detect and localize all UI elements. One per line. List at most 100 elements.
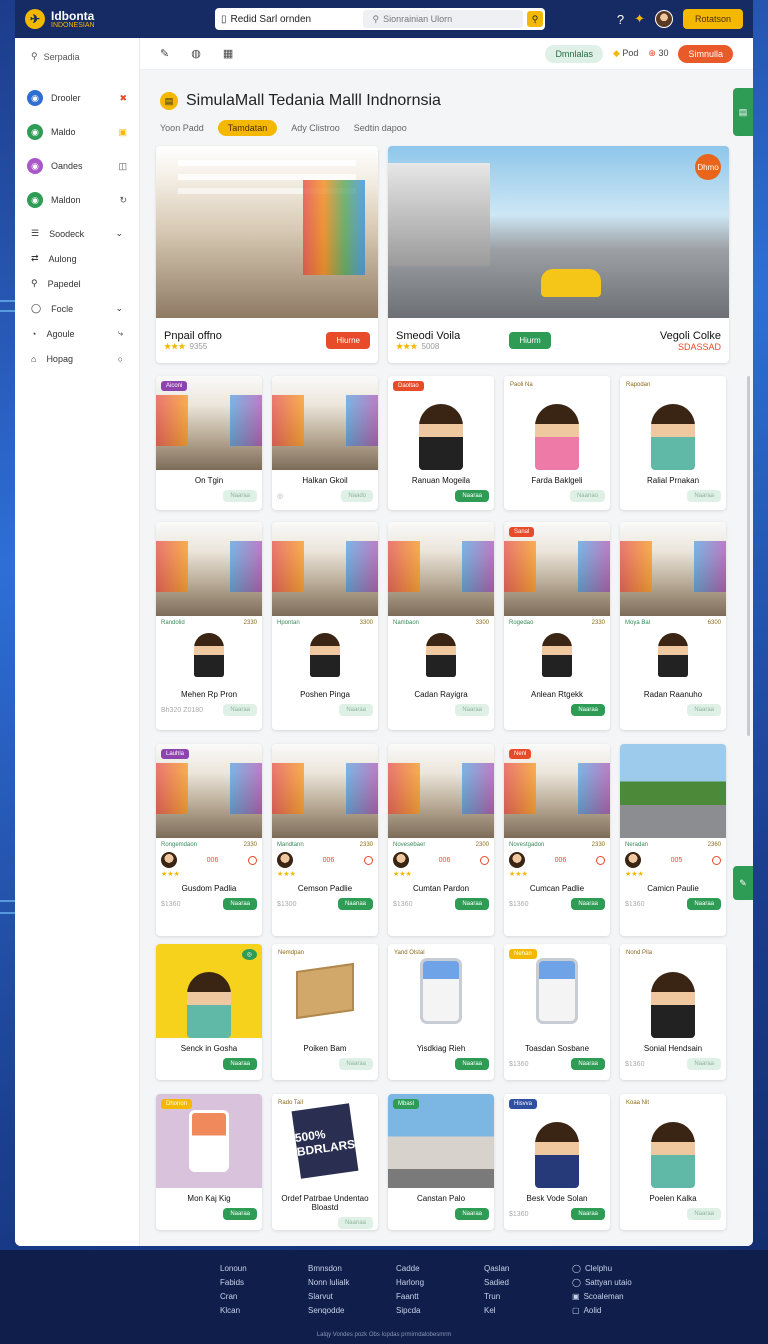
footer-link[interactable]: Cran: [220, 1292, 270, 1301]
footer-link[interactable]: ▢ Aolid: [572, 1306, 632, 1315]
tab[interactable]: Yoon Padd: [160, 123, 204, 133]
sidebar-subitem[interactable]: ◔ Agoule ⤷: [15, 321, 139, 346]
footer-link[interactable]: Sipcda: [396, 1306, 446, 1315]
search-button[interactable]: ⚲: [527, 11, 543, 27]
product-action-button[interactable]: Naanaa: [337, 898, 373, 910]
chevron-icon[interactable]: ○: [118, 354, 123, 364]
product-card[interactable]: Nenl Novestgadon 2330 006 ★★★ Cumcan Padlie $…: [504, 744, 610, 936]
compare-icon[interactable]: ◎: [277, 492, 283, 500]
product-action-button[interactable]: Naaraa: [571, 898, 605, 910]
toolbar-item-2[interactable]: ⊕ 30: [648, 48, 668, 59]
product-action-button[interactable]: Naaraa: [339, 704, 373, 716]
footer-link[interactable]: Lonoun: [220, 1264, 270, 1273]
scrollbar[interactable]: [747, 376, 750, 736]
favorite-icon[interactable]: [596, 855, 605, 865]
grid-icon[interactable]: ▦: [223, 47, 233, 60]
footer-link[interactable]: ▣ Scoaleman: [572, 1292, 632, 1301]
sidebar-item[interactable]: ◉ Maldon ↻: [15, 183, 139, 217]
chevron-icon[interactable]: ⌄: [115, 303, 123, 314]
product-card[interactable]: Sanal Rogedao 2330 Anlean Rtgekk Naaraa: [504, 522, 610, 730]
footer-link[interactable]: ◯ Clelphu: [572, 1264, 632, 1273]
footer-link[interactable]: ◯ Sattyan utaio: [572, 1278, 632, 1287]
product-action-button[interactable]: Naaraa: [687, 704, 721, 716]
product-action-button[interactable]: Naaraa: [455, 490, 489, 502]
product-card[interactable]: Mandtann 2330 006 ★★★ Cemson Padlie $1300 Na…: [272, 744, 378, 936]
footer-link[interactable]: Cadde: [396, 1264, 446, 1273]
toolbar-green-pill[interactable]: Dmnlalas: [545, 44, 603, 63]
product-card[interactable]: Neradan 2360 005 ★★★ Camicn Paulie $1360 Naa…: [620, 744, 726, 936]
notification-icon[interactable]: ✦: [634, 11, 645, 27]
globe-icon[interactable]: ◍: [191, 47, 201, 60]
product-action-button[interactable]: Naaraa: [339, 1058, 373, 1070]
product-action-button[interactable]: Naaraa: [687, 1208, 721, 1220]
hero-card[interactable]: Pnpail offno ★★★ 9355 Hiurne: [156, 146, 378, 363]
product-action-button[interactable]: Naaraa: [455, 1208, 489, 1220]
side-tab-bottom[interactable]: ✎: [733, 866, 753, 900]
favorite-icon[interactable]: [712, 855, 721, 865]
product-card[interactable]: Nehan Toasdan Sosbane $1360 Naaraa: [504, 944, 610, 1080]
product-card[interactable]: Nond Pila Sonial Hendsain $1360 Naaraa: [620, 944, 726, 1080]
footer-link[interactable]: Kel: [484, 1306, 534, 1315]
avatar[interactable]: [654, 10, 673, 28]
product-card[interactable]: Dhonon Mon Kaj Kig Naaraa: [156, 1094, 262, 1230]
product-action-button[interactable]: Naaraa: [687, 898, 721, 910]
favorite-icon[interactable]: [248, 855, 257, 865]
footer-link[interactable]: Senqodde: [308, 1306, 358, 1315]
hero-button[interactable]: Hiurne: [326, 332, 370, 349]
sidebar-subitem[interactable]: ◯ Focle ⌄: [15, 296, 139, 321]
hero-card[interactable]: Dhmo Smeodi Voila ★★★ 5008 Hiurm Vegoli C…: [388, 146, 729, 363]
sidebar-subitem[interactable]: ⇄ Aulong: [15, 246, 139, 271]
chevron-icon[interactable]: ⌄: [115, 228, 123, 239]
sidebar-search[interactable]: ⚲ Serpadia: [15, 38, 139, 75]
product-card[interactable]: Lauhla Rongemdaon 2330 006 ★★★ Gusdom Padlia …: [156, 744, 262, 936]
product-card[interactable]: Rapodan Ralial Prnakan Naaraa: [620, 376, 726, 510]
product-action-button[interactable]: Naaraa: [223, 490, 257, 502]
product-card[interactable]: Nemdpan Poiken Bam Naaraa: [272, 944, 378, 1080]
tab[interactable]: Tamdatan: [217, 120, 278, 136]
sidebar-item[interactable]: ◉ Maldo ▣: [15, 115, 139, 149]
sidebar-subitem[interactable]: ☰ Soodeck ⌄: [15, 221, 139, 246]
search-category[interactable]: Redid Sarl ornden: [231, 14, 359, 25]
footer-link[interactable]: Harlong: [396, 1278, 446, 1287]
product-card[interactable]: Moya Bal 6300 Radan Raanuho Naaraa: [620, 522, 726, 730]
hero-button[interactable]: Hiurm: [509, 332, 551, 349]
sidebar-item[interactable]: ◉ Drooler ✖: [15, 81, 139, 115]
footer-link[interactable]: Nonn lulialk: [308, 1278, 358, 1287]
footer-link[interactable]: Slarvut: [308, 1292, 358, 1301]
product-action-button[interactable]: Naaraa: [223, 1208, 257, 1220]
chevron-icon[interactable]: ⤷: [118, 328, 123, 339]
footer-link[interactable]: Klcan: [220, 1306, 270, 1315]
side-tab-top[interactable]: ▤: [733, 88, 753, 136]
product-action-button[interactable]: Naaraa: [223, 898, 257, 910]
toolbar-red-pill[interactable]: Simnulla: [678, 44, 733, 63]
footer-link[interactable]: Sadied: [484, 1278, 534, 1287]
product-action-button[interactable]: Naado: [341, 490, 373, 502]
product-action-button[interactable]: Naaraa: [571, 1208, 605, 1220]
product-action-button[interactable]: Naaraa: [223, 1058, 257, 1070]
product-action-button[interactable]: Naaraa: [455, 1058, 489, 1070]
sidebar-subitem[interactable]: ⚲ Papedel: [15, 271, 139, 296]
product-card[interactable]: Halkan Gkoil ◎ Naado: [272, 376, 378, 510]
product-action-button[interactable]: Naaraa: [571, 1058, 605, 1070]
footer-link[interactable]: Bmnsdon: [308, 1264, 358, 1273]
footer-link[interactable]: Faantt: [396, 1292, 446, 1301]
toolbar-item-1[interactable]: ◆ Pod: [613, 48, 638, 59]
product-action-button[interactable]: Naaraa: [455, 704, 489, 716]
footer-link[interactable]: Fabids: [220, 1278, 270, 1287]
product-card[interactable]: Randolid 2330 Mehen Rp Pron Bh320 Z0180 Na…: [156, 522, 262, 730]
product-action-button[interactable]: Naaraa: [455, 898, 489, 910]
help-icon[interactable]: ?: [617, 12, 624, 27]
edit-icon[interactable]: ✎: [160, 47, 169, 60]
product-card[interactable]: ◎ Senck in Gosha Naaraa: [156, 944, 262, 1080]
product-card[interactable]: Aiconi On Tgin Naaraa: [156, 376, 262, 510]
search-input[interactable]: ⚲ Sionrainian Ulorn: [362, 10, 523, 28]
footer-link[interactable]: Qaslan: [484, 1264, 534, 1273]
product-card[interactable]: Novesebaer 2300 006 ★★★ Cumtan Pardon $1360 …: [388, 744, 494, 936]
sidebar-subitem[interactable]: ⌂ Hopag ○: [15, 346, 139, 371]
top-cta-button[interactable]: Rotatson: [682, 9, 743, 29]
product-card[interactable]: Yand Olstal Yisdkiag Rieh Naaraa: [388, 944, 494, 1080]
app-logo[interactable]: ✈ Idbonta INDONESIAN: [25, 9, 215, 29]
sidebar-item[interactable]: ◉ Oandes ◫: [15, 149, 139, 183]
favorite-icon[interactable]: [364, 855, 373, 865]
product-card[interactable]: 500% BDRLARS Rado Tail Ordef Patrbae Unden…: [272, 1094, 378, 1230]
